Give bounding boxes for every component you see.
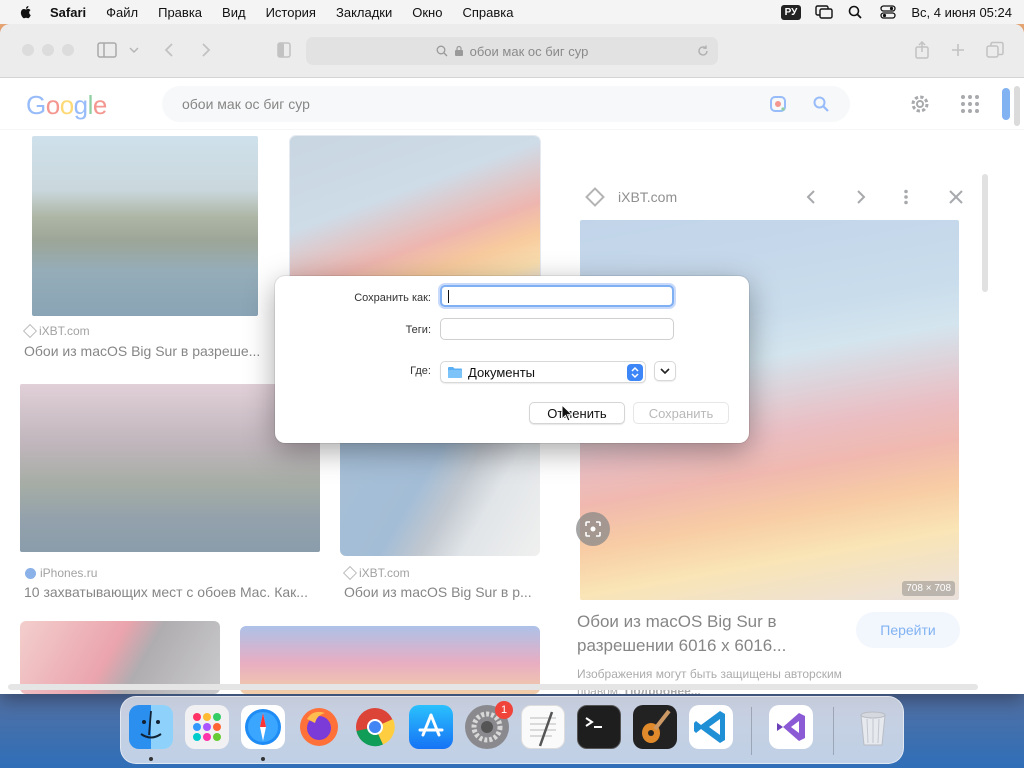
firefox-icon[interactable] <box>297 705 341 749</box>
dock-separator <box>751 707 752 755</box>
mouse-pointer-icon <box>561 404 573 422</box>
finder-running-indicator <box>149 757 153 761</box>
input-source-indicator[interactable]: РУ <box>780 4 802 20</box>
safari-running-indicator <box>261 757 265 761</box>
dock-separator-2 <box>833 707 834 755</box>
save-dialog: Сохранить как: Теги: Где: Документы Отме… <box>275 276 749 443</box>
trash-icon[interactable] <box>851 705 895 749</box>
text-cursor <box>448 290 449 304</box>
browser-toolbar: обои мак ос биг сур <box>0 24 1024 78</box>
menu-view[interactable]: Вид <box>222 5 246 20</box>
visual-studio-icon[interactable] <box>769 705 813 749</box>
folder-icon <box>448 366 462 378</box>
apple-menu-icon[interactable] <box>18 4 34 20</box>
spotlight-search-icon[interactable] <box>847 5 865 19</box>
expand-dialog-button[interactable] <box>654 361 676 381</box>
menu-bookmarks[interactable]: Закладки <box>336 5 392 20</box>
search-icon <box>436 45 448 57</box>
menu-history[interactable]: История <box>266 5 316 20</box>
forward-icon[interactable] <box>195 41 215 59</box>
tab-groups-chevron-icon[interactable] <box>128 41 140 59</box>
where-location-select[interactable]: Документы <box>440 361 646 383</box>
screen-mirroring-icon[interactable] <box>815 5 834 19</box>
chevron-down-icon <box>660 368 670 375</box>
tab-overview-icon[interactable] <box>985 41 1005 59</box>
save-as-label: Сохранить как: <box>354 292 431 304</box>
tags-field[interactable] <box>440 318 674 340</box>
share-icon[interactable] <box>912 41 932 59</box>
where-value: Документы <box>468 364 536 380</box>
garageband-icon[interactable] <box>633 705 677 749</box>
control-center-icon[interactable] <box>879 5 897 19</box>
new-tab-icon[interactable] <box>948 41 968 59</box>
menu-file[interactable]: Файл <box>106 5 138 20</box>
privacy-report-icon[interactable] <box>274 41 294 59</box>
app-store-icon[interactable] <box>409 705 453 749</box>
tags-label: Теги: <box>405 324 431 336</box>
select-stepper-icon <box>627 364 643 381</box>
save-button[interactable]: Сохранить <box>633 402 729 424</box>
menu-app-name[interactable]: Safari <box>50 5 86 20</box>
menu-bar: Safari Файл Правка Вид История Закладки … <box>0 0 1024 24</box>
system-settings-icon[interactable]: 1 <box>465 701 513 749</box>
chrome-icon[interactable] <box>353 705 397 749</box>
address-text: обои мак ос биг сур <box>469 43 589 59</box>
terminal-icon[interactable] <box>577 705 621 749</box>
vscode-icon[interactable] <box>689 705 733 749</box>
reload-icon[interactable] <box>696 44 710 58</box>
sidebar-toggle-icon[interactable] <box>97 41 117 59</box>
minimize-window-button[interactable] <box>42 44 54 56</box>
launchpad-icon[interactable] <box>185 705 229 749</box>
menu-window[interactable]: Окно <box>412 5 442 20</box>
zoom-window-button[interactable] <box>62 44 74 56</box>
back-icon[interactable] <box>160 41 180 59</box>
menu-edit[interactable]: Правка <box>158 5 202 20</box>
menu-clock[interactable]: Вс, 4 июня 05:24 <box>911 5 1012 20</box>
where-label: Где: <box>410 365 431 377</box>
textedit-icon[interactable] <box>521 705 565 749</box>
address-bar[interactable]: обои мак ос биг сур <box>306 37 718 65</box>
finder-icon[interactable] <box>129 705 173 749</box>
safari-icon[interactable] <box>241 705 285 749</box>
save-as-field[interactable] <box>440 285 674 307</box>
close-window-button[interactable] <box>22 44 34 56</box>
cancel-button[interactable]: Отменить <box>529 402 625 424</box>
notification-badge: 1 <box>495 701 513 719</box>
lock-icon <box>454 45 463 56</box>
dock: 1 <box>120 696 904 764</box>
menu-help[interactable]: Справка <box>462 5 513 20</box>
